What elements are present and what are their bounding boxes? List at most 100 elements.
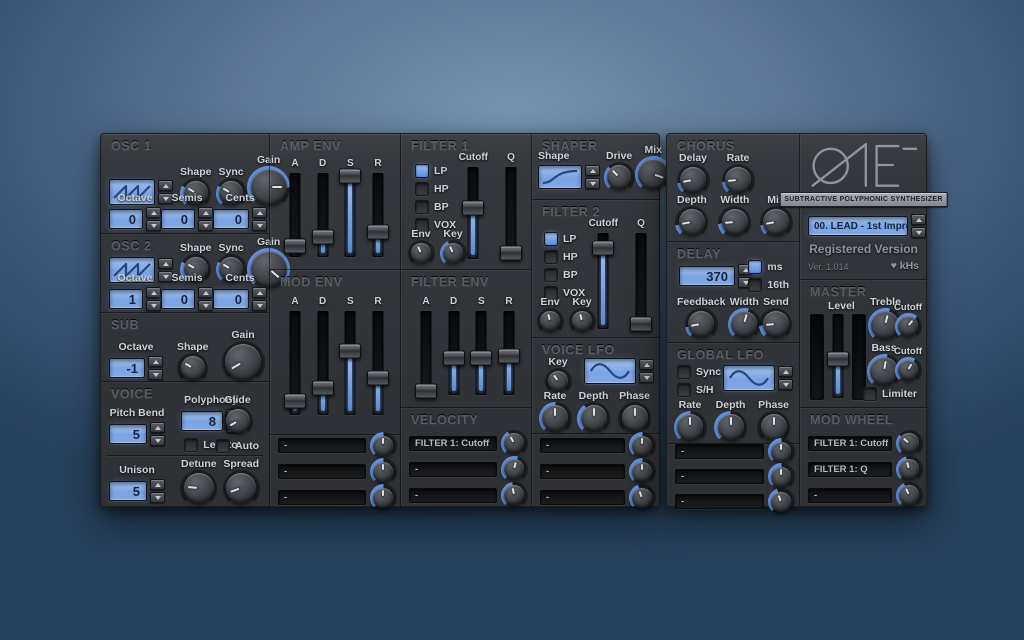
limiter-checkbox[interactable]: [863, 387, 877, 401]
step-up-button[interactable]: [150, 422, 165, 433]
step-down-button[interactable]: [639, 372, 654, 383]
step-up-button[interactable]: [150, 479, 165, 490]
mod-amount-knob[interactable]: [899, 459, 919, 479]
osc2-cents-stepper[interactable]: [252, 287, 267, 311]
velocity-amount-knob[interactable]: [504, 485, 524, 505]
preset-stepper[interactable]: [911, 214, 926, 238]
step-down-button[interactable]: [252, 300, 267, 311]
global-lfo-sh-checkbox[interactable]: [677, 383, 691, 397]
osc2-cents-value[interactable]: 0: [213, 289, 249, 309]
osc2-octave-stepper[interactable]: [146, 287, 161, 311]
mod-wheel-slot[interactable]: FILTER 1: Q: [808, 462, 892, 477]
spread-knob[interactable]: [226, 473, 256, 503]
delay-feedback-knob[interactable]: [688, 311, 714, 337]
osc2-semis-stepper[interactable]: [198, 287, 213, 311]
mod-slot[interactable]: -: [278, 490, 366, 505]
step-down-button[interactable]: [252, 220, 267, 231]
filter1-q-slider[interactable]: [500, 167, 522, 259]
osc2-octave-value[interactable]: 1: [109, 289, 143, 309]
velocity-amount-knob[interactable]: [504, 459, 524, 479]
step-up-button[interactable]: [148, 356, 163, 367]
step-up-button[interactable]: [146, 287, 161, 298]
filter2-mode-hp-radio[interactable]: [544, 250, 558, 264]
step-up-button[interactable]: [198, 207, 213, 218]
master-bass-cutoff-knob[interactable]: [898, 360, 918, 380]
chorus-delay-knob[interactable]: [680, 167, 706, 193]
step-down-button[interactable]: [146, 300, 161, 311]
mod-wheel-slot[interactable]: -: [808, 488, 892, 503]
delay-time-value[interactable]: 370: [679, 266, 735, 286]
step-up-button[interactable]: [585, 165, 600, 176]
mod-amount-knob[interactable]: [373, 462, 393, 482]
khs-brand-link[interactable]: ♥ kHs: [891, 260, 919, 272]
mod-env-d-slider[interactable]: [312, 311, 334, 415]
osc1-cents-value[interactable]: 0: [213, 209, 249, 229]
step-down-button[interactable]: [778, 379, 793, 390]
master-treble-cutoff-knob[interactable]: [898, 316, 918, 336]
osc1-octave-stepper[interactable]: [146, 207, 161, 231]
voice-lfo-wave-stepper[interactable]: [639, 359, 654, 383]
mod-wheel-slot[interactable]: FILTER 1: Cutoff: [808, 436, 892, 451]
voice-lfo-key-knob[interactable]: [548, 371, 568, 391]
global-lfo-rate-knob[interactable]: [677, 414, 703, 440]
mod-env-s-slider[interactable]: [339, 311, 361, 415]
filter1-env-knob[interactable]: [411, 243, 431, 263]
velocity-slot[interactable]: -: [409, 462, 497, 477]
global-lfo-wave-stepper[interactable]: [778, 366, 793, 390]
filter2-env-knob[interactable]: [540, 311, 560, 331]
mod-amount-knob[interactable]: [899, 485, 919, 505]
filter2-mode-bp-radio[interactable]: [544, 268, 558, 282]
mod-slot[interactable]: -: [540, 490, 625, 505]
filter-env-d-slider[interactable]: [443, 311, 465, 395]
preset-display[interactable]: 00. LEAD - 1st Impress...: [808, 216, 908, 236]
voice-lfo-rate-knob[interactable]: [542, 405, 568, 431]
mod-amount-knob[interactable]: [373, 488, 393, 508]
step-down-button[interactable]: [911, 227, 926, 238]
mod-amount-knob[interactable]: [373, 436, 393, 456]
mod-slot[interactable]: -: [278, 464, 366, 479]
shaper-curve-stepper[interactable]: [585, 165, 600, 189]
step-up-button[interactable]: [252, 287, 267, 298]
filter1-mode-lp-radio[interactable]: [415, 164, 429, 178]
voice-lfo-depth-knob[interactable]: [581, 405, 607, 431]
legato-checkbox[interactable]: [184, 438, 198, 452]
mod-amount-knob[interactable]: [771, 442, 791, 462]
voice-lfo-wave-display[interactable]: [584, 358, 636, 384]
mod-slot[interactable]: -: [675, 444, 764, 459]
detune-knob[interactable]: [184, 473, 214, 503]
unison-value[interactable]: 5: [109, 481, 147, 501]
filter-env-a-slider[interactable]: [415, 311, 437, 395]
osc1-octave-value[interactable]: 0: [109, 209, 143, 229]
sub-octave-stepper[interactable]: [148, 356, 163, 380]
mod-env-r-slider[interactable]: [367, 311, 389, 415]
sub-shape-knob[interactable]: [181, 356, 205, 380]
chorus-mix-knob[interactable]: [763, 209, 789, 235]
step-down-button[interactable]: [198, 300, 213, 311]
voice-lfo-phase-knob[interactable]: [622, 405, 648, 431]
shaper-drive-knob[interactable]: [607, 165, 631, 189]
velocity-slot[interactable]: FILTER 1: Cutoff: [409, 436, 497, 451]
step-up-button[interactable]: [158, 258, 173, 269]
mod-amount-knob[interactable]: [771, 492, 791, 512]
pitch-bend-value[interactable]: 5: [109, 424, 147, 444]
mod-slot[interactable]: -: [675, 494, 764, 509]
global-lfo-phase-knob[interactable]: [761, 414, 787, 440]
unison-stepper[interactable]: [150, 479, 165, 503]
sub-octave-value[interactable]: -1: [109, 358, 145, 378]
osc1-semis-value[interactable]: 0: [161, 209, 195, 229]
delay-ms-radio[interactable]: [748, 260, 762, 274]
step-down-button[interactable]: [148, 369, 163, 380]
amp-env-r-slider[interactable]: [367, 173, 389, 257]
step-down-button[interactable]: [198, 220, 213, 231]
mod-amount-knob[interactable]: [632, 462, 652, 482]
filter1-cutoff-slider[interactable]: [462, 167, 484, 259]
mod-env-a-slider[interactable]: [284, 311, 306, 415]
osc1-cents-stepper[interactable]: [252, 207, 267, 231]
delay-16th-radio[interactable]: [748, 278, 762, 292]
global-lfo-wave-display[interactable]: [723, 365, 775, 391]
delay-send-knob[interactable]: [763, 311, 789, 337]
filter1-mode-bp-radio[interactable]: [415, 200, 429, 214]
mod-amount-knob[interactable]: [771, 467, 791, 487]
shaper-curve-display[interactable]: [538, 165, 582, 189]
filter-env-r-slider[interactable]: [498, 311, 520, 395]
